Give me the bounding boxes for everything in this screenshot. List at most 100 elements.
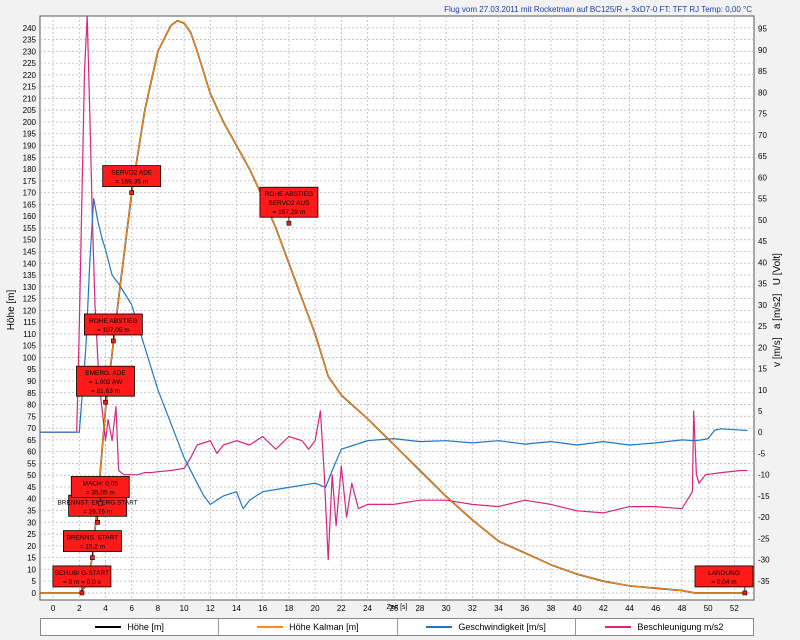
y-tick-label: 110 <box>23 330 36 339</box>
y-tick-label: 150 <box>23 236 37 245</box>
annotation-marker <box>90 555 95 560</box>
annotation-text: = 107,05 m <box>97 327 130 334</box>
x-tick-label: 0 <box>51 604 56 613</box>
y2-tick-label: 80 <box>758 88 767 97</box>
y-tick-label: 135 <box>23 271 37 280</box>
legend-label: Höhe [m] <box>127 622 164 632</box>
annotation-text: = 0,04 m <box>711 579 736 586</box>
legend-label: Geschwindigkeit [m/s] <box>458 622 546 632</box>
y-tick-label: 100 <box>23 353 37 362</box>
y-tick-label: 120 <box>23 306 37 315</box>
plot-area <box>39 15 755 601</box>
y-tick-label: 205 <box>23 106 37 115</box>
x-tick-label: 48 <box>677 604 686 613</box>
annotation-text: = 15,2 m <box>80 544 105 551</box>
x-tick-label: 2 <box>77 604 82 613</box>
annotation-marker <box>742 590 748 596</box>
y-tick-label: 90 <box>27 377 36 386</box>
x-tick-label: 6 <box>129 604 134 613</box>
y-tick-label: 70 <box>27 424 36 433</box>
y2-tick-label: 5 <box>758 407 763 416</box>
y-tick-label: 55 <box>27 459 36 468</box>
x-tick-label: 16 <box>258 604 267 613</box>
y-tick-label: 190 <box>23 142 37 151</box>
legend: Höhe [m] Höhe Kalman [m] Geschwindigkeit… <box>40 618 754 636</box>
annotation-text: = 157,29 m <box>273 209 306 216</box>
y-tick-label: 140 <box>23 259 37 268</box>
y2-axis-label: v [m/s] a [m/s2] U [Volt] <box>772 253 783 367</box>
y-tick-label: 45 <box>27 483 36 492</box>
y2-tick-label: -5 <box>758 449 766 458</box>
y2-tick-label: 10 <box>758 386 767 395</box>
legend-swatch <box>605 626 632 628</box>
legend-item-beschleunigung: Beschleunigung m/s2 <box>576 619 753 635</box>
x-tick-label: 44 <box>625 604 634 613</box>
y-tick-label: 95 <box>27 365 36 374</box>
annotation-text: ROHE ABSTIEG <box>265 191 313 198</box>
annotation-text: EMERG. ADE <box>85 370 126 377</box>
y-tick-label: 180 <box>23 165 37 174</box>
y2-tick-label: 55 <box>758 195 767 204</box>
y-tick-label: 115 <box>23 318 36 327</box>
y2-tick-label: -10 <box>758 471 770 480</box>
y2-tick-label: 70 <box>758 131 767 140</box>
y2-tick-label: 90 <box>758 46 767 55</box>
y2-tick-label: 35 <box>758 280 767 289</box>
annotation-text: SERVO2 AUS <box>268 200 310 207</box>
y2-tick-label: 25 <box>758 322 767 331</box>
x-tick-label: 22 <box>337 604 346 613</box>
y-tick-label: 200 <box>23 118 37 127</box>
y-tick-label: 195 <box>23 130 37 139</box>
x-tick-label: 10 <box>180 604 189 613</box>
y2-tick-label: 20 <box>758 343 767 352</box>
y2-tick-label: 50 <box>758 216 767 225</box>
annotation-text: BRENNST. EMERG.START <box>57 499 137 506</box>
y-tick-label: 80 <box>27 401 36 410</box>
x-axis-label: Zeit [s] <box>386 604 407 611</box>
y2-tick-label: 65 <box>758 152 767 161</box>
y-tick-label: 65 <box>27 436 36 445</box>
y-tick-label: 30 <box>27 518 36 527</box>
y-tick-label: 220 <box>23 71 37 80</box>
y-tick-label: 240 <box>23 24 37 33</box>
legend-swatch <box>257 626 284 628</box>
y-tick-label: 145 <box>23 247 37 256</box>
legend-item-hoehe: Höhe [m] <box>41 619 220 635</box>
annotation-text: SERVO2 ADE <box>111 170 153 177</box>
y-tick-label: 170 <box>23 189 37 198</box>
legend-item-geschwindigkeit: Geschwindigkeit [m/s] <box>398 619 576 635</box>
y-tick-label: 210 <box>23 94 37 103</box>
annotation-marker <box>103 399 108 405</box>
x-tick-label: 32 <box>468 604 477 613</box>
x-tick-label: 38 <box>546 604 555 613</box>
y-tick-label: 225 <box>23 59 37 68</box>
flight-chart: 0 2 4 6 8 10 12 14 16 18 20 22 24 26 28 30 32 34 36 38 40 42 4… <box>6 5 783 613</box>
y2-tick-label: 75 <box>758 110 767 119</box>
y2-tick-label: -15 <box>758 492 770 501</box>
annotation-text: = 1.002 AW <box>89 379 123 386</box>
y-tick-label: 50 <box>27 471 36 480</box>
y2-tick-label: 0 <box>758 428 763 437</box>
annotation-text: = 81,63 m <box>91 388 120 395</box>
annotation-marker <box>95 519 100 525</box>
y-tick-label: 25 <box>27 530 36 539</box>
y-tick-label: 165 <box>23 200 37 209</box>
y2-tick-label: 45 <box>758 237 767 246</box>
y-tick-label: 5 <box>32 577 37 586</box>
legend-item-hoehe-kalman: Höhe Kalman [m] <box>219 619 398 635</box>
y2-tick-label: 15 <box>758 365 767 374</box>
annotation-text: LANDUNG <box>708 570 740 577</box>
y-tick-label: 175 <box>23 177 37 186</box>
chart-title: Flug vom 27.03.2011 mit Rocketman auf BC… <box>444 5 752 14</box>
y-tick-label: 235 <box>23 36 37 45</box>
y-tick-label: 75 <box>27 412 36 421</box>
y2-tick-label: 85 <box>758 67 767 76</box>
y-tick-label: 85 <box>27 389 36 398</box>
y-tick-label: 130 <box>23 283 37 292</box>
annotation-text: = 169,35 m <box>115 179 148 186</box>
annotation-text: = 35,05 m <box>86 489 115 496</box>
y2-tick-label: 40 <box>758 258 767 267</box>
y-tick-label: 10 <box>27 565 36 574</box>
x-tick-label: 34 <box>494 604 503 613</box>
grid <box>39 15 755 601</box>
